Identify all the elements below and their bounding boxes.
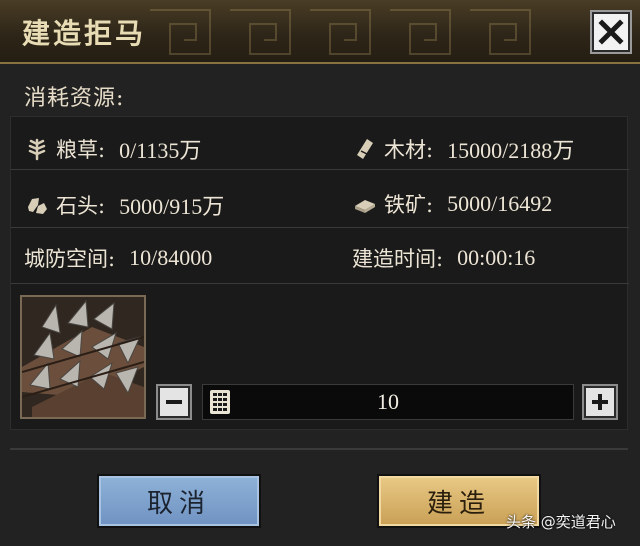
- wood-icon: [352, 136, 378, 162]
- build-time-label: 建造时间:: [352, 247, 444, 271]
- plus-icon: [592, 394, 608, 410]
- defense-space: 城防空间: 10/84000: [24, 243, 212, 273]
- close-button[interactable]: [590, 10, 632, 54]
- row-divider: [11, 169, 629, 170]
- resource-label: 粮草:: [56, 138, 106, 162]
- stone-icon: [24, 192, 50, 218]
- resource-grain: 粮草: 0/1135万: [24, 133, 201, 165]
- resource-value: 15000/2188万: [447, 138, 575, 163]
- quantity-value: 10: [377, 389, 399, 414]
- keypad-icon[interactable]: [209, 389, 231, 415]
- resource-label: 石头:: [56, 194, 106, 218]
- minus-icon: [166, 400, 182, 404]
- resource-stone: 石头: 5000/915万: [24, 189, 224, 221]
- wheat-icon: [24, 136, 50, 162]
- resource-label: 铁矿:: [384, 193, 434, 217]
- defense-space-value: 10/84000: [129, 245, 213, 270]
- decrease-quantity-button[interactable]: [156, 384, 192, 420]
- title-bar: 建造拒马: [0, 0, 640, 64]
- increase-quantity-button[interactable]: [582, 384, 618, 420]
- dialog-title: 建造拒马: [22, 17, 147, 50]
- resource-value: 5000/915万: [119, 194, 225, 219]
- build-dialog: 建造拒马 消耗资源: 粮草: 0/1135万 木材: 15000/2188万 石…: [0, 0, 640, 546]
- resource-iron: 铁矿: 5000/16492: [352, 189, 552, 219]
- quantity-input[interactable]: 10: [202, 384, 574, 420]
- footer-divider: [10, 448, 628, 450]
- build-time: 建造时间: 00:00:16: [352, 243, 535, 273]
- row-divider: [11, 227, 629, 228]
- title-bar-pattern: [150, 9, 531, 55]
- row-divider: [11, 283, 629, 284]
- defense-space-label: 城防空间:: [24, 247, 116, 271]
- watermark-text: 头条 @奕道君心: [506, 513, 616, 531]
- cost-section-label: 消耗资源:: [24, 86, 125, 111]
- resource-value: 0/1135万: [119, 138, 202, 163]
- resource-label: 木材:: [384, 138, 434, 162]
- iron-ore-icon: [352, 191, 378, 217]
- resource-value: 5000/16492: [447, 191, 553, 216]
- cancel-button[interactable]: 取消: [97, 474, 261, 528]
- resource-wood: 木材: 15000/2188万: [352, 133, 574, 165]
- chevaux-de-frise-thumbnail: [20, 295, 146, 419]
- build-time-value: 00:00:16: [457, 245, 536, 270]
- close-icon: [598, 19, 624, 45]
